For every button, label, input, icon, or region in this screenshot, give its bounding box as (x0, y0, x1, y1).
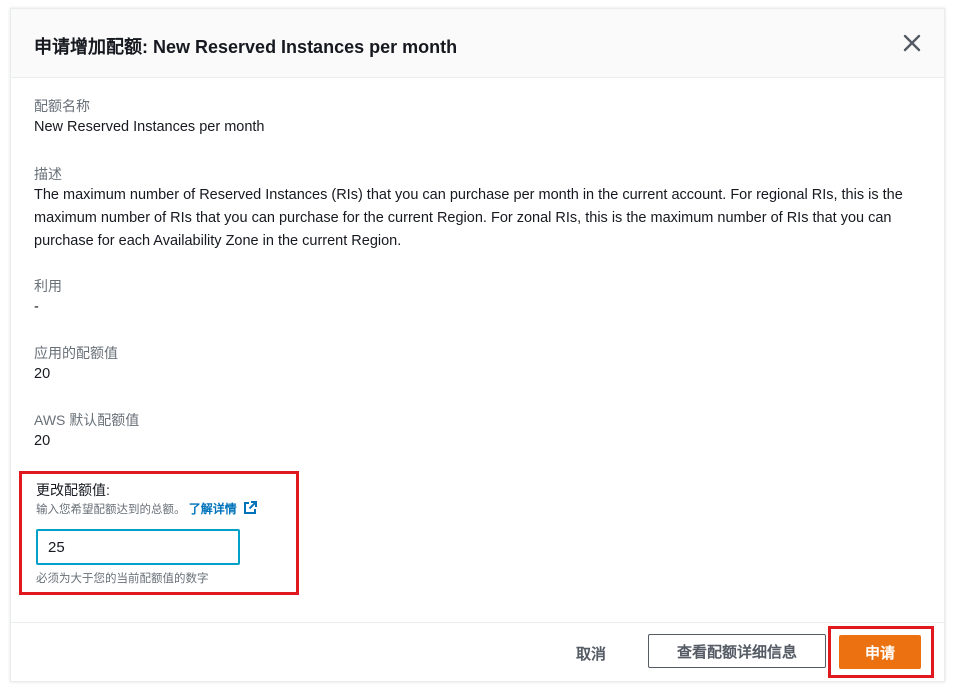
applied-quota-field: 应用的配额值 20 (34, 343, 118, 385)
applied-quota-value: 20 (34, 366, 51, 382)
utilization-value: - (34, 299, 39, 315)
quota-name-field: 配额名称 New Reserved Instances per month (34, 96, 265, 138)
learn-more-label: 了解详情 (188, 502, 237, 516)
modal-header: 申请增加配额: New Reserved Instances per month (11, 9, 944, 78)
change-quota-hint: 输入您希望配额达到的总额。 了解详情 (36, 501, 258, 518)
modal-footer: 取消 查看配额详细信息 申请 (11, 622, 944, 682)
quota-name-label: 配额名称 (34, 98, 90, 114)
close-icon (903, 34, 921, 52)
cancel-button[interactable]: 取消 (568, 639, 614, 668)
default-quota-value: 20 (34, 433, 51, 449)
external-link-icon (244, 501, 258, 514)
close-button[interactable] (902, 33, 922, 53)
change-quota-section: 更改配额值: 输入您希望配额达到的总额。 了解详情 必须为大于您的当前配额值的数… (19, 471, 299, 595)
constraint-text: 必须为大于您的当前配额值的数字 (36, 573, 209, 585)
change-quota-label: 更改配额值: (36, 482, 110, 498)
quota-request-modal: 申请增加配额: New Reserved Instances per month… (10, 8, 945, 682)
utilization-label: 利用 (34, 278, 62, 294)
description-label: 描述 (34, 166, 62, 182)
request-button[interactable]: 申请 (839, 635, 921, 669)
quota-name-value: New Reserved Instances per month (34, 119, 265, 135)
change-quota-hint-text: 输入您希望配额达到的总额。 (36, 504, 186, 516)
quota-value-input[interactable] (36, 529, 240, 565)
default-quota-label: AWS 默认配额值 (34, 412, 140, 428)
utilization-field: 利用 - (34, 276, 62, 318)
applied-quota-label: 应用的配额值 (34, 345, 118, 361)
modal-title: 申请增加配额: New Reserved Instances per month (34, 37, 458, 57)
submit-highlight-box: 申请 (828, 626, 934, 678)
learn-more-link[interactable]: 了解详情 (188, 501, 258, 516)
view-quota-details-button[interactable]: 查看配额详细信息 (648, 634, 826, 668)
description-field: 描述 The maximum number of Reserved Instan… (34, 164, 904, 253)
description-value: The maximum number of Reserved Instances… (34, 187, 903, 249)
default-quota-field: AWS 默认配额值 20 (34, 410, 139, 452)
